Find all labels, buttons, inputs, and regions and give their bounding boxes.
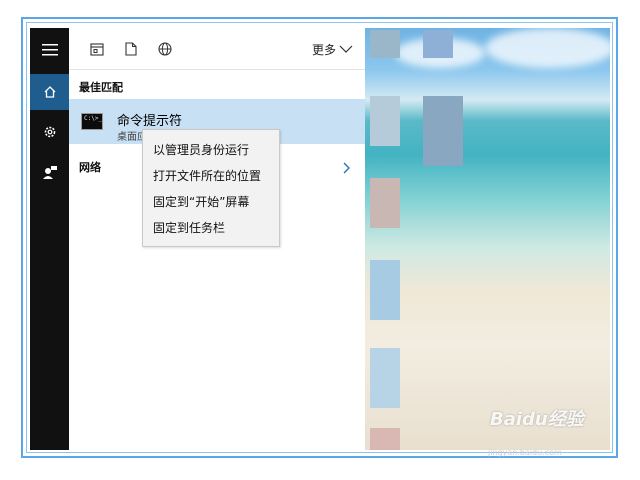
menu-button[interactable] <box>30 32 69 68</box>
app-window-icon <box>90 42 104 56</box>
desktop-icon-blurred[interactable] <box>423 96 463 166</box>
best-match-heading: 最佳匹配 <box>79 81 123 94</box>
screen: 更多 最佳匹配 C:\>_ 命令提示符 桌面应用 网络 以管理员身份运行 打开文… <box>30 28 610 450</box>
watermark-logo: Baidu经验 <box>490 409 584 430</box>
menu-item-run-as-admin[interactable]: 以管理员身份运行 <box>153 141 249 158</box>
desktop-icon-blurred[interactable] <box>370 260 400 320</box>
command-prompt-icon-text: C:\>_ <box>84 115 103 122</box>
gear-icon <box>44 126 55 138</box>
desktop-icon-blurred[interactable] <box>370 348 400 408</box>
desktop-icon-blurred[interactable] <box>423 30 453 58</box>
desktop-icon-blurred[interactable] <box>370 30 400 58</box>
desktop-wallpaper <box>365 28 610 450</box>
settings-button[interactable] <box>30 114 69 150</box>
globe-icon <box>158 42 172 56</box>
app-filter-button[interactable] <box>89 41 105 57</box>
desktop-icon-blurred[interactable] <box>370 428 400 450</box>
search-toolbar: 更多 <box>69 28 365 70</box>
desktop-icon-blurred[interactable] <box>370 178 400 228</box>
home-button[interactable] <box>30 74 69 110</box>
home-icon <box>44 86 55 98</box>
desktop-icon-blurred[interactable] <box>370 96 400 146</box>
more-label: 更多 <box>311 43 336 57</box>
hamburger-icon <box>41 44 58 56</box>
network-section[interactable]: 网络 <box>79 159 101 175</box>
feedback-button[interactable] <box>30 154 69 190</box>
result-title: 命令提示符 <box>117 114 183 129</box>
menu-item-pin-to-start[interactable]: 固定到“开始”屏幕 <box>153 193 249 210</box>
user-feedback-icon <box>42 166 57 179</box>
menu-item-open-file-location[interactable]: 打开文件所在的位置 <box>153 167 261 184</box>
menu-item-pin-to-taskbar[interactable]: 固定到任务栏 <box>153 219 225 236</box>
watermark-url: jingyan.baidu.com <box>488 448 562 457</box>
context-menu: 以管理员身份运行 打开文件所在的位置 固定到“开始”屏幕 固定到任务栏 <box>142 129 280 247</box>
chevron-down-icon <box>339 45 353 53</box>
cloud <box>485 28 610 68</box>
command-prompt-icon: C:\>_ <box>81 113 103 130</box>
more-dropdown[interactable]: 更多 <box>312 41 353 58</box>
document-icon <box>125 42 137 56</box>
start-rail <box>30 28 69 450</box>
network-expand-button[interactable] <box>343 159 351 178</box>
web-filter-button[interactable] <box>157 41 173 57</box>
chevron-right-icon <box>343 162 350 174</box>
document-filter-button[interactable] <box>123 41 139 57</box>
